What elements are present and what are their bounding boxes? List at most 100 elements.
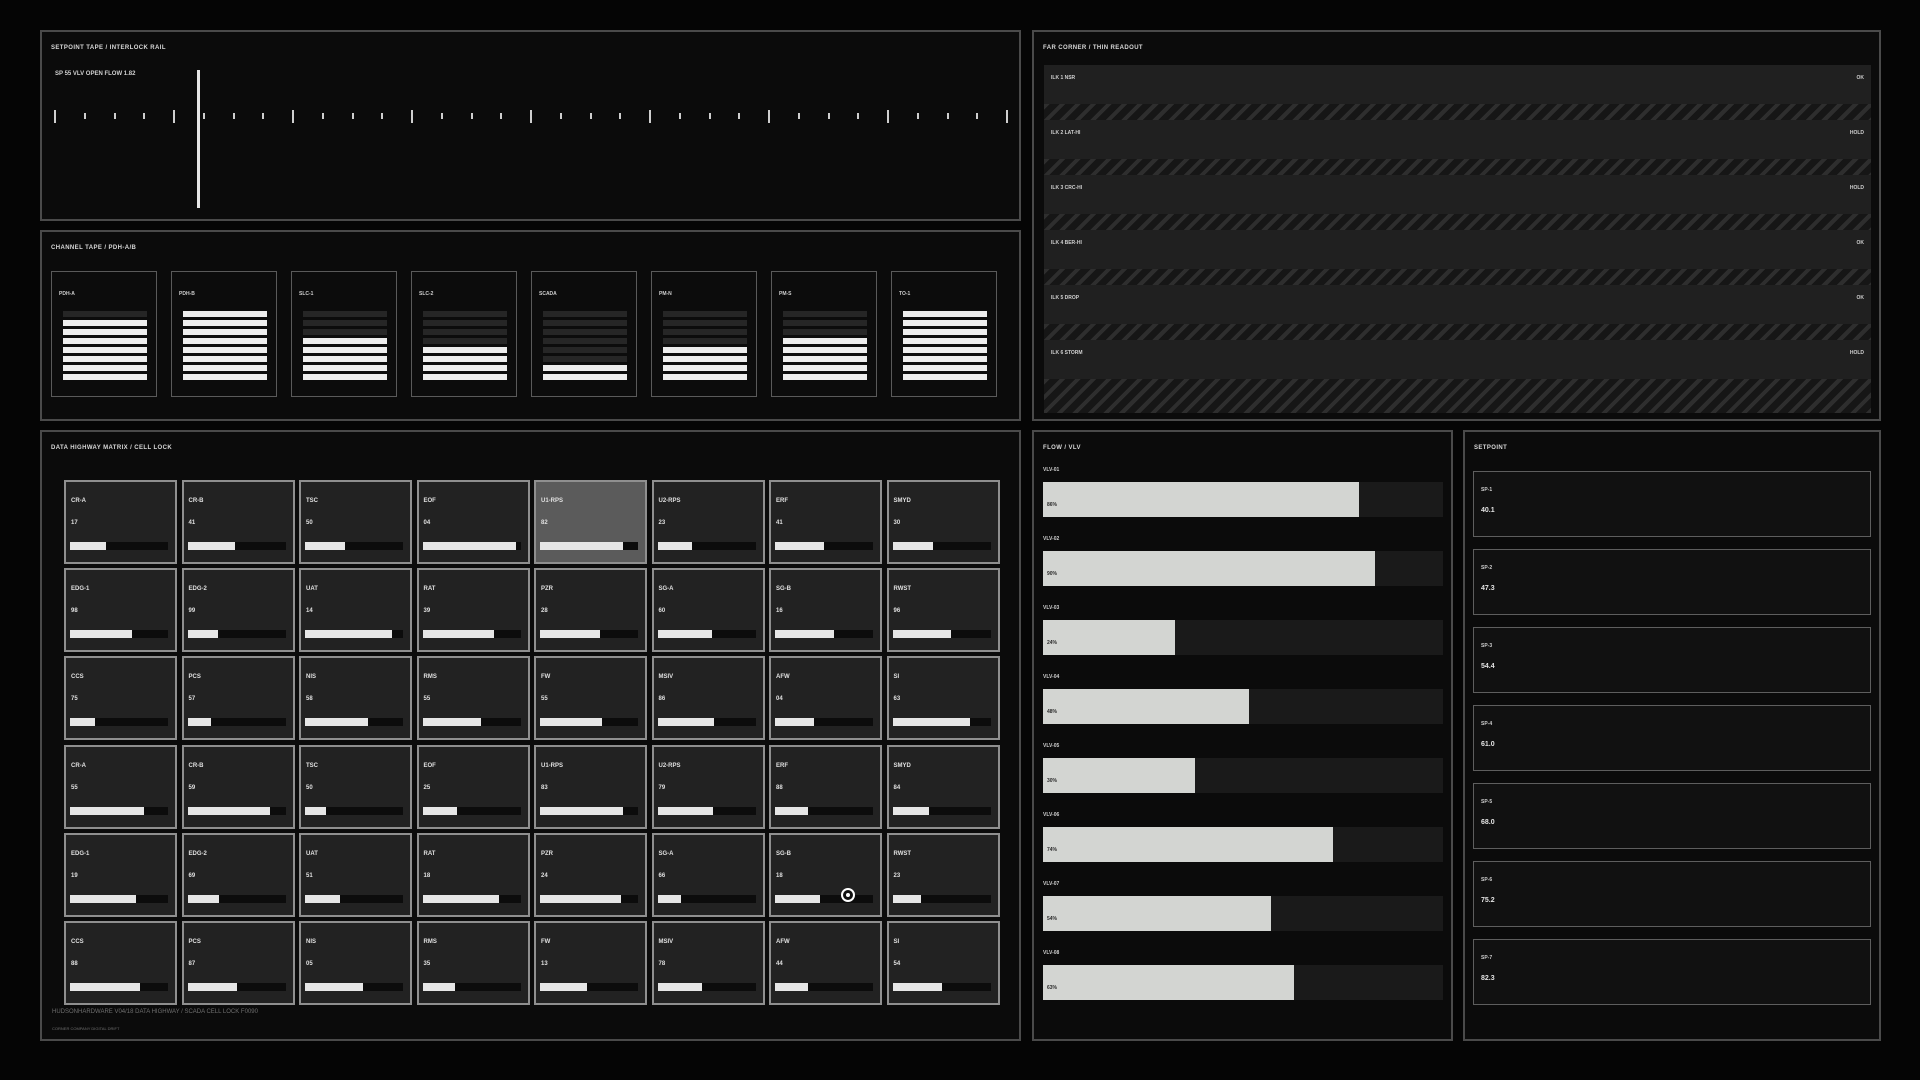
interlock-name: ILK 6 STORM xyxy=(1051,350,1083,356)
matrix-cell[interactable]: U1-RPS 82 xyxy=(534,480,647,564)
matrix-cell[interactable]: RAT 18 xyxy=(416,832,530,917)
matrix-cell[interactable]: EDG-1 19 xyxy=(64,832,177,917)
interlock-row[interactable]: ILK 1 NSR OK xyxy=(1044,65,1871,104)
cell-lock-target-icon[interactable] xyxy=(841,887,855,902)
channel-level-segment xyxy=(423,320,507,326)
flow-bar-track: 24% xyxy=(1043,620,1443,655)
interlock-row[interactable]: ILK 3 CRC-HI HOLD xyxy=(1044,175,1871,214)
matrix-cell-meter xyxy=(70,894,168,903)
matrix-cell-label: CR-B xyxy=(188,762,204,769)
matrix-cell[interactable]: MSIV 86 xyxy=(651,656,765,741)
interlock-row[interactable]: ILK 5 DROP OK xyxy=(1044,285,1871,324)
setpoint-title: SETPOINT xyxy=(1474,445,1508,451)
matrix-cell[interactable]: AFW 04 xyxy=(769,656,882,741)
hatch-divider xyxy=(1044,324,1871,340)
channel-card[interactable]: TO-1 xyxy=(891,271,997,397)
matrix-cell[interactable]: UAT 51 xyxy=(299,832,412,917)
matrix-cell[interactable]: PCS 87 xyxy=(181,921,295,1005)
matrix-cell[interactable]: EOF 04 xyxy=(416,480,530,564)
channel-card[interactable]: PM-N xyxy=(651,271,757,397)
matrix-cell-meter xyxy=(422,983,521,991)
channel-level-segment xyxy=(63,338,147,344)
interlock-state: OK xyxy=(1856,75,1865,81)
setpoint-value: 61.0 xyxy=(1481,741,1495,748)
matrix-cell-meter xyxy=(775,630,873,639)
channel-card[interactable]: SLC-2 xyxy=(411,271,517,397)
matrix-cell[interactable]: TSC 50 xyxy=(299,744,412,829)
tape-tick xyxy=(887,109,889,123)
matrix-cell[interactable]: CR-B 41 xyxy=(181,480,295,564)
matrix-cell[interactable]: CR-A 17 xyxy=(64,480,177,564)
matrix-cell[interactable]: RMS 35 xyxy=(416,921,530,1005)
matrix-cell[interactable]: CR-A 55 xyxy=(64,744,177,829)
interlock-row[interactable]: ILK 2 LAT-HI HOLD xyxy=(1044,120,1871,159)
channel-level-segment xyxy=(183,320,267,326)
matrix-cell[interactable]: SG-B 18 xyxy=(769,832,882,917)
matrix-cell[interactable]: U2-RPS 79 xyxy=(651,744,765,829)
matrix-cell[interactable]: FW 55 xyxy=(534,656,647,741)
flow-bar-track: 90% xyxy=(1043,551,1443,586)
setpoint-card[interactable]: SP-2 47.3 xyxy=(1473,549,1871,615)
matrix-cell[interactable]: SI 54 xyxy=(886,921,1000,1005)
matrix-cell[interactable]: UAT 14 xyxy=(299,568,412,653)
matrix-cell[interactable]: NIS 05 xyxy=(299,921,412,1005)
matrix-cell[interactable]: FW 13 xyxy=(534,921,647,1005)
matrix-cell[interactable]: EOF 25 xyxy=(416,744,530,829)
matrix-cell[interactable]: ERF 41 xyxy=(769,480,882,564)
matrix-cell[interactable]: RAT 39 xyxy=(416,568,530,653)
channel-card[interactable]: SLC-1 xyxy=(291,271,397,397)
matrix-cell-label: RAT xyxy=(423,850,436,857)
setpoint-card[interactable]: SP-7 82.3 xyxy=(1473,939,1871,1005)
matrix-cell-meter-fill xyxy=(892,983,942,991)
matrix-cell[interactable]: CCS 88 xyxy=(64,921,177,1005)
matrix-cell[interactable]: PZR 24 xyxy=(534,832,647,917)
interlock-row[interactable]: ILK 6 STORM HOLD xyxy=(1044,340,1871,379)
matrix-cell[interactable]: NIS 58 xyxy=(299,656,412,741)
matrix-cell[interactable]: ERF 88 xyxy=(769,744,882,829)
matrix-cell[interactable]: SI 63 xyxy=(886,656,1000,741)
channel-level-segment xyxy=(183,338,267,344)
matrix-cell[interactable]: EDG-2 69 xyxy=(181,832,295,917)
channel-card[interactable]: SCADA xyxy=(531,271,637,397)
matrix-cell[interactable]: CCS 75 xyxy=(64,656,177,741)
matrix-cell[interactable]: TSC 50 xyxy=(299,480,412,564)
channel-card[interactable]: PDH-B xyxy=(171,271,277,397)
matrix-cell[interactable]: SMYD 30 xyxy=(886,480,1000,564)
matrix-cell[interactable]: AFW 44 xyxy=(769,921,882,1005)
matrix-cell-meter-fill xyxy=(70,718,95,727)
matrix-cell[interactable]: RWST 23 xyxy=(886,832,1000,917)
matrix-cell-value: 87 xyxy=(188,961,196,967)
matrix-cell[interactable]: MSIV 78 xyxy=(651,921,765,1005)
matrix-cell-meter-fill xyxy=(657,983,702,991)
channel-card[interactable]: PDH-A xyxy=(51,271,157,397)
matrix-cell[interactable]: EDG-1 98 xyxy=(64,568,177,653)
setpoint-card[interactable]: SP-4 61.0 xyxy=(1473,705,1871,771)
matrix-cell[interactable]: SG-A 60 xyxy=(651,568,765,653)
channel-card[interactable]: PM-S xyxy=(771,271,877,397)
matrix-cell[interactable]: U2-RPS 23 xyxy=(651,480,765,564)
matrix-cell[interactable]: PCS 57 xyxy=(181,656,295,741)
setpoint-card[interactable]: SP-3 54.4 xyxy=(1473,627,1871,693)
interlock-row[interactable]: ILK 4 BER-HI OK xyxy=(1044,230,1871,269)
tape-cursor-handle[interactable] xyxy=(197,70,200,208)
matrix-cell[interactable]: SG-B 16 xyxy=(769,568,882,653)
channel-level-segment xyxy=(783,329,867,335)
setpoint-card[interactable]: SP-1 40.1 xyxy=(1473,471,1871,537)
matrix-cell[interactable]: SG-A 66 xyxy=(651,832,765,917)
channel-level-segment xyxy=(303,374,387,380)
setpoint-card[interactable]: SP-6 75.2 xyxy=(1473,861,1871,927)
matrix-cell[interactable]: EDG-2 99 xyxy=(181,568,295,653)
matrix-cell[interactable]: RWST 96 xyxy=(886,568,1000,653)
setpoint-card[interactable]: SP-5 68.0 xyxy=(1473,783,1871,849)
matrix-cell[interactable]: PZR 28 xyxy=(534,568,647,653)
interlock-name: ILK 2 LAT-HI xyxy=(1051,130,1081,136)
matrix-cell[interactable]: SMYD 84 xyxy=(886,744,1000,829)
channel-level-segment xyxy=(903,311,987,317)
matrix-cell-meter-fill xyxy=(305,542,346,550)
matrix-cell-value: 13 xyxy=(541,961,548,967)
matrix-cell[interactable]: CR-B 59 xyxy=(181,744,295,829)
matrix-cell[interactable]: U1-RPS 83 xyxy=(534,744,647,829)
matrix-cell-label: EDG-2 xyxy=(188,850,207,857)
matrix-cell-label: EDG-1 xyxy=(71,586,90,593)
matrix-cell[interactable]: RMS 55 xyxy=(416,656,530,741)
